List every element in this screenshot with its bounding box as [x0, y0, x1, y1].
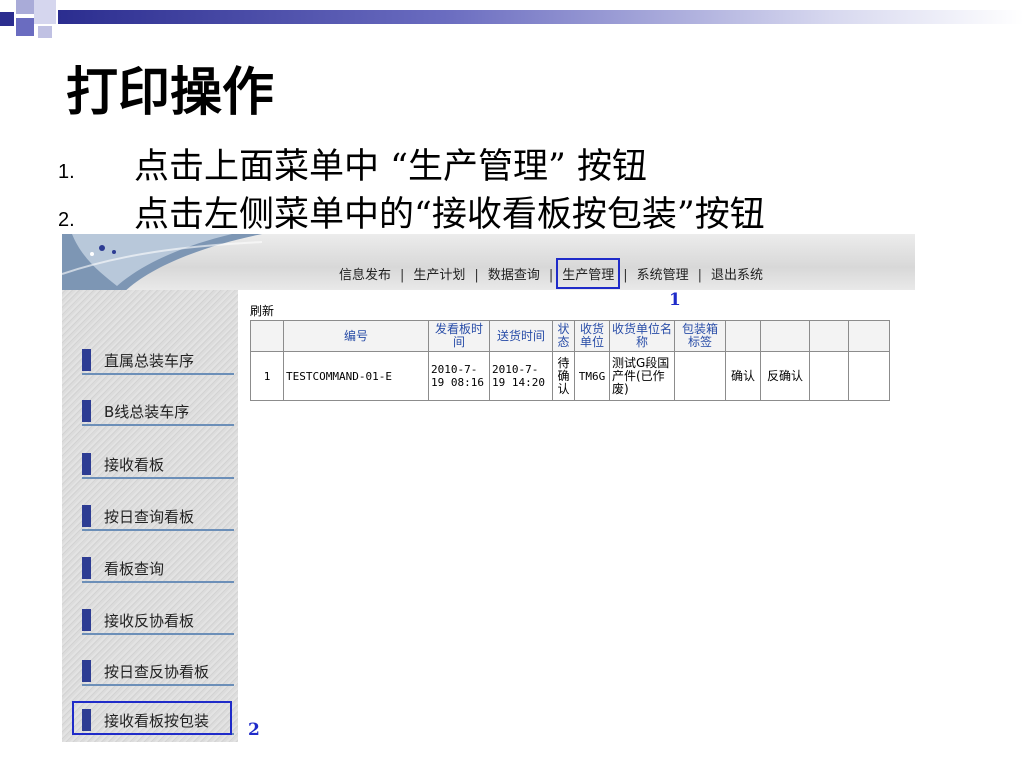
sidebar-item[interactable]: 接收看板 — [82, 451, 234, 479]
table-row: 1 TESTCOMMAND-01-E 2010-7-19 08:16 2010-… — [250, 351, 890, 401]
menu-item-plan[interactable]: 生产计划 — [411, 262, 467, 285]
menu-separator: | — [474, 268, 479, 283]
annotation-marker-1: 1 — [669, 290, 681, 310]
cell-receiver-name: 测试G段国产件(已作废) — [609, 351, 675, 401]
cell-code: TESTCOMMAND-01-E — [283, 351, 429, 401]
step-list: 1. 点击上面菜单中 “生产管理” 按钮 2. 点击左侧菜单中的“接收看板按包装… — [40, 138, 765, 235]
slide-title: 打印操作 — [66, 62, 275, 123]
col-header: 收货单位 — [574, 320, 610, 352]
sidebar: 直属总装车序 B线总装车序 接收看板 按日查询看板 看板查询 接收反协看板 按日… — [62, 290, 238, 742]
sidebar-item[interactable]: 看板查询 — [82, 555, 234, 583]
deco-square — [16, 0, 34, 14]
col-header — [250, 320, 284, 352]
sidebar-item-label: 直属总装车序 — [104, 352, 195, 370]
annotation-marker-2: 2 — [248, 720, 260, 740]
col-header — [760, 320, 810, 352]
menu-item-info[interactable]: 信息发布 — [337, 262, 393, 285]
menu-separator: | — [548, 268, 554, 283]
deco-square — [16, 18, 34, 36]
col-header: 状态 — [552, 320, 575, 352]
slide-header-decoration — [0, 0, 1024, 40]
confirm-link[interactable]: 确认 — [725, 351, 761, 401]
sidebar-item[interactable]: 按日查反协看板 — [82, 658, 234, 686]
cell-index: 1 — [250, 351, 284, 401]
col-header — [725, 320, 761, 352]
cell-receiver: TM6G — [574, 351, 610, 401]
sidebar-item[interactable]: B线总装车序 — [82, 398, 234, 426]
sidebar-marker — [82, 453, 91, 475]
col-header: 发看板时间 — [428, 320, 490, 352]
step-item: 2. 点击左侧菜单中的“接收看板按包装”按钮 — [40, 186, 765, 235]
app-header: 信息发布 | 生产计划 | 数据查询 | 生产管理 | 系统管理 | 退出系统 — [62, 234, 915, 294]
menu-item-logout[interactable]: 退出系统 — [709, 262, 765, 285]
refresh-link[interactable]: 刷新 — [250, 302, 274, 319]
deco-square — [38, 26, 52, 38]
step-item: 1. 点击上面菜单中 “生产管理” 按钮 — [40, 138, 765, 187]
sidebar-item[interactable]: 接收反协看板 — [82, 607, 234, 635]
table-header-row: 编号 发看板时间 送货时间 状态 收货单位 收货单位名称 包装箱标签 — [250, 320, 890, 352]
step-text: 点击左侧菜单中的“接收看板按包装”按钮 — [134, 195, 765, 235]
sidebar-item-label: 接收看板 — [104, 456, 165, 474]
sidebar-item-label: 按日查询看板 — [104, 508, 195, 526]
col-header: 收货单位名称 — [609, 320, 675, 352]
step-number: 2. — [58, 209, 75, 231]
col-header: 编号 — [283, 320, 429, 352]
step-number: 1. — [58, 161, 75, 183]
col-header: 送货时间 — [489, 320, 553, 352]
header-gradient-bar — [58, 10, 1024, 24]
menu-item-system[interactable]: 系统管理 — [635, 262, 691, 285]
sidebar-item-label: B线总装车序 — [104, 403, 190, 421]
cell-box-label — [674, 351, 726, 401]
menu-separator: | — [623, 268, 628, 283]
sidebar-item-label: 接收反协看板 — [104, 612, 195, 630]
sidebar-item[interactable]: 直属总装车序 — [82, 347, 234, 375]
menu-item-production[interactable]: 生产管理 — [556, 258, 621, 289]
unconfirm-link[interactable]: 反确认 — [760, 351, 810, 401]
sidebar-marker — [82, 505, 91, 527]
app-screenshot: 信息发布 | 生产计划 | 数据查询 | 生产管理 | 系统管理 | 退出系统 直属总装车序 B线总… — [62, 234, 915, 742]
cell-empty — [809, 351, 849, 401]
cell-issue-time: 2010-7-19 08:16 — [428, 351, 490, 401]
step-text: 点击上面菜单中 “生产管理” 按钮 — [134, 147, 648, 187]
top-menu: 信息发布 | 生产计划 | 数据查询 | 生产管理 | 系统管理 | 退出系统 — [337, 258, 765, 289]
cell-status: 待确认 — [552, 351, 575, 401]
menu-separator: | — [697, 268, 703, 283]
sidebar-item-label: 看板查询 — [104, 560, 165, 578]
sidebar-marker — [82, 609, 91, 631]
col-header — [809, 320, 849, 352]
col-header — [848, 320, 890, 352]
sidebar-item[interactable]: 按日查询看板 — [82, 503, 234, 531]
sidebar-marker — [82, 400, 91, 422]
cell-empty — [848, 351, 890, 401]
deco-square — [0, 12, 14, 26]
kanban-table: 编号 发看板时间 送货时间 状态 收货单位 收货单位名称 包装箱标签 1 TES… — [250, 320, 890, 401]
content-area: 刷新 编号 发看板时间 送货时间 状态 收货单位 收货单位名称 包装箱标签 1 … — [238, 290, 915, 742]
menu-item-query[interactable]: 数据查询 — [486, 262, 542, 285]
cell-delivery-time: 2010-7-19 14:20 — [489, 351, 553, 401]
sidebar-marker — [82, 349, 91, 371]
menu-separator: | — [400, 268, 405, 283]
sidebar-marker — [82, 660, 91, 682]
logo-swirl — [62, 234, 262, 294]
sidebar-item-label: 按日查反协看板 — [104, 663, 210, 681]
sidebar-marker — [82, 557, 91, 579]
sidebar-highlight-box — [72, 701, 232, 735]
col-header: 包装箱标签 — [674, 320, 726, 352]
deco-square — [34, 0, 56, 24]
